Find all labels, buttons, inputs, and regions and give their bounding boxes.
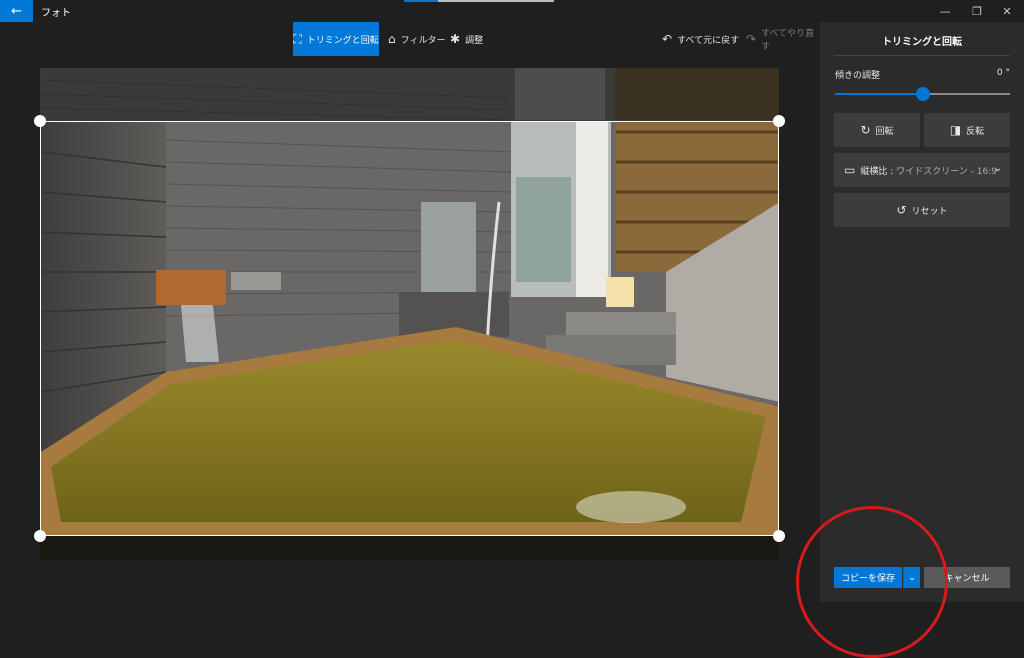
tilt-slider-fill <box>835 93 923 95</box>
redo-all-button[interactable]: ↷ すべてやり直す <box>746 22 820 56</box>
panel-title: トリミングと回転 <box>882 37 962 48</box>
redo-icon: ↷ <box>746 32 757 46</box>
tab-crop-rotate-label: トリミングと回転 <box>306 35 379 46</box>
flip-button[interactable]: ◨ 反転 <box>924 113 1010 147</box>
redo-all-label: すべてやり直す <box>761 29 815 52</box>
crop-handle-top-right[interactable] <box>773 115 785 127</box>
restore-button[interactable]: ❐ <box>960 0 994 22</box>
reset-icon: ↺ <box>896 203 907 217</box>
aspect-ratio-label: 縦横比 : <box>860 166 894 177</box>
rotate-label: 回転 <box>875 126 894 137</box>
titlebar-highlight-line <box>438 0 554 2</box>
app-title: フォト <box>41 8 71 19</box>
aspect-ratio-icon: ▭ <box>844 163 856 177</box>
aspect-ratio-dropdown[interactable]: ▭ 縦横比 : ワイドスクリーン - 16:9 ⌄ <box>834 153 1010 187</box>
undo-icon: ↶ <box>662 32 673 46</box>
tab-adjust[interactable]: ✱ 調整 <box>450 22 483 56</box>
back-button[interactable]: ← <box>0 0 33 22</box>
minimize-button[interactable]: — <box>928 0 962 22</box>
save-copy-button[interactable]: コピーを保存 <box>834 567 902 588</box>
flip-icon: ◨ <box>949 123 962 137</box>
crop-handle-top-left[interactable] <box>34 115 46 127</box>
save-options-button[interactable]: ⌄ <box>903 567 920 588</box>
crop-area[interactable] <box>40 121 779 536</box>
undo-all-label: すべて元に戻す <box>677 35 740 46</box>
undo-all-button[interactable]: ↶ すべて元に戻す <box>662 22 739 56</box>
rotate-button[interactable]: ↻ 回転 <box>834 113 920 147</box>
close-button[interactable]: ✕ <box>990 0 1024 22</box>
back-arrow-icon: ← <box>11 3 22 19</box>
cancel-button[interactable]: キャンセル <box>924 567 1010 588</box>
aspect-ratio-value: ワイドスクリーン - 16:9 <box>896 166 997 177</box>
close-icon: ✕ <box>1002 4 1012 18</box>
adjust-icon: ✱ <box>450 32 461 46</box>
tab-adjust-label: 調整 <box>465 35 484 46</box>
crop-rotate-panel: トリミングと回転 傾きの調整 0 ° ↻ 回転 ◨ 反転 ▭ 縦横比 : ワイド… <box>820 22 1024 602</box>
tab-crop-rotate[interactable]: ⛶ トリミングと回転 <box>293 22 379 56</box>
tab-filter[interactable]: ⌂ フィルター <box>388 22 445 56</box>
crop-handle-bottom-right[interactable] <box>773 530 785 542</box>
titlebar-accent-line <box>404 0 438 2</box>
restore-icon: ❐ <box>972 4 982 18</box>
edit-toolbar: ⛶ トリミングと回転 ⌂ フィルター ✱ 調整 ↶ すべて元に戻す ↷ すべてや… <box>0 22 820 56</box>
minimize-icon: — <box>939 4 951 18</box>
title-bar: ← フォト — ❐ ✕ <box>0 0 1024 22</box>
tab-filter-label: フィルター <box>400 35 446 46</box>
chevron-down-icon: ⌄ <box>908 572 916 583</box>
tilt-value: 0 ° <box>996 68 1010 78</box>
tilt-label: 傾きの調整 <box>835 71 881 81</box>
crop-icon: ⛶ <box>293 31 302 46</box>
reset-label: リセット <box>911 206 948 217</box>
crop-handle-bottom-left[interactable] <box>34 530 46 542</box>
bath-photo <box>41 122 778 535</box>
panel-divider <box>834 55 1010 56</box>
reset-button[interactable]: ↺ リセット <box>834 193 1010 227</box>
filter-icon: ⌂ <box>388 32 396 46</box>
rotate-icon: ↻ <box>860 123 871 137</box>
flip-label: 反転 <box>966 126 985 137</box>
chevron-down-icon: ⌄ <box>993 163 1002 174</box>
tilt-slider-thumb[interactable] <box>915 87 930 101</box>
